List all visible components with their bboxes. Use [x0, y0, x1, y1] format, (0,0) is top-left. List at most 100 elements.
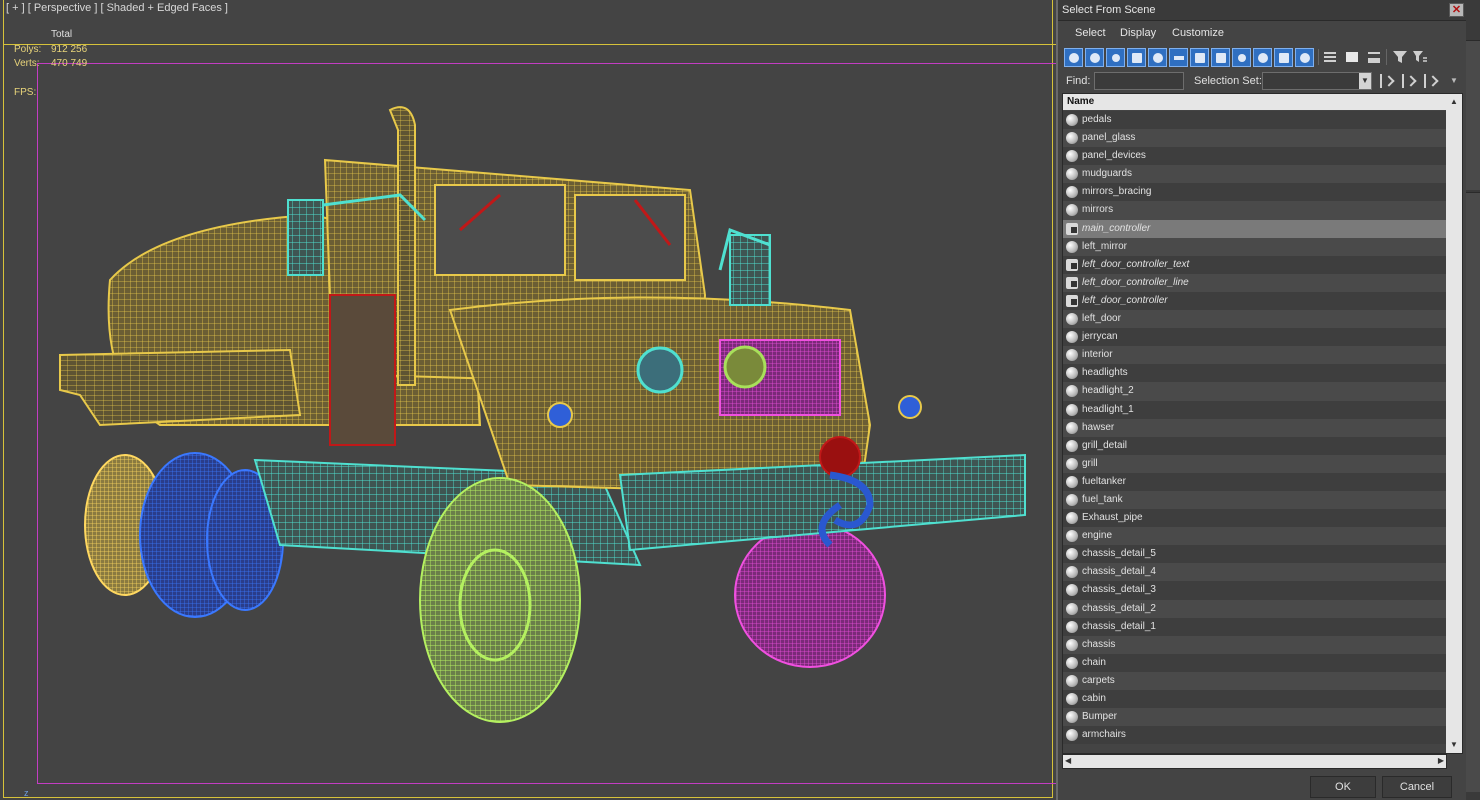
list-item[interactable]: left_door_controller_text: [1063, 255, 1448, 274]
list-item[interactable]: grill_detail: [1063, 436, 1448, 455]
selection-set-dropdown[interactable]: ▼: [1262, 72, 1372, 90]
list-item-label: left_door: [1082, 313, 1121, 325]
list-item[interactable]: engine: [1063, 527, 1448, 546]
list-item-label: panel_devices: [1082, 150, 1146, 162]
list-item[interactable]: fueltanker: [1063, 472, 1448, 491]
list-item-label: chain: [1082, 656, 1106, 668]
list-item[interactable]: cabin: [1063, 690, 1448, 709]
list-item[interactable]: chassis_detail_4: [1063, 563, 1448, 582]
geometry-icon: [1066, 602, 1078, 615]
list-item[interactable]: chassis_detail_2: [1063, 599, 1448, 618]
list-item[interactable]: main_controller: [1063, 219, 1448, 238]
display-none-icon[interactable]: [1344, 49, 1360, 65]
menu-display[interactable]: Display: [1120, 27, 1156, 39]
list-item[interactable]: left_mirror: [1063, 237, 1448, 256]
display-spacewarps-icon[interactable]: [1232, 48, 1251, 67]
left-mirror[interactable]: [287, 199, 324, 276]
scroll-left-icon[interactable]: ◀: [1065, 756, 1071, 765]
list-item[interactable]: Exhaust_pipe: [1063, 509, 1448, 528]
scrollbar-thumb[interactable]: [1448, 112, 1460, 402]
list-item[interactable]: fuel_tank: [1063, 490, 1448, 510]
menu-select[interactable]: Select: [1075, 27, 1106, 39]
list-item[interactable]: chain: [1063, 653, 1448, 672]
geometry-icon: [1066, 656, 1078, 669]
chevron-down-icon[interactable]: ▼: [1359, 73, 1371, 89]
display-lights-icon[interactable]: [1169, 48, 1188, 67]
expand-icon[interactable]: ▼: [1450, 76, 1458, 85]
headlight-right[interactable]: [723, 345, 767, 389]
front-right-wheel[interactable]: [734, 522, 886, 668]
dialog-titlebar[interactable]: Select From Scene ✕: [1058, 0, 1468, 21]
find-input[interactable]: [1094, 72, 1184, 90]
list-item[interactable]: headlights: [1063, 364, 1448, 383]
list-item[interactable]: left_door: [1063, 310, 1448, 329]
create-selection-set-icon[interactable]: [1380, 74, 1392, 88]
display-invert-icon[interactable]: [1366, 49, 1382, 65]
list-item[interactable]: Bumper: [1063, 708, 1448, 727]
scroll-up-icon[interactable]: ▲: [1446, 94, 1462, 110]
truck-wireframe-model[interactable]: [40, 95, 1030, 735]
command-panel-rollout[interactable]: [1466, 192, 1480, 792]
right-mirror[interactable]: [729, 234, 771, 306]
display-bones-icon[interactable]: [1295, 48, 1314, 67]
filter-options-icon[interactable]: [1412, 49, 1428, 65]
list-item[interactable]: mirrors: [1063, 201, 1448, 220]
select-none-icon[interactable]: [1085, 48, 1104, 67]
display-cameras-icon[interactable]: [1190, 48, 1209, 67]
add-to-selection-set-icon[interactable]: [1402, 74, 1414, 88]
list-item[interactable]: carpets: [1063, 671, 1448, 690]
cancel-button[interactable]: Cancel: [1382, 776, 1452, 798]
menu-customize[interactable]: Customize: [1172, 27, 1224, 39]
scroll-down-icon[interactable]: ▼: [1446, 737, 1462, 753]
ok-button[interactable]: OK: [1310, 776, 1376, 798]
list-item-label: left_door_controller_text: [1082, 258, 1190, 270]
rear-platform[interactable]: [59, 348, 302, 427]
select-all-icon[interactable]: [1064, 48, 1083, 67]
list-item[interactable]: mirrors_bracing: [1063, 183, 1448, 202]
list-item[interactable]: panel_devices: [1063, 147, 1448, 166]
close-button[interactable]: ✕: [1449, 3, 1464, 17]
headlight-left[interactable]: [636, 346, 684, 394]
list-item[interactable]: jerrycan: [1063, 328, 1448, 347]
geometry-icon: [1066, 204, 1078, 217]
list-item[interactable]: chassis_detail_1: [1063, 617, 1448, 636]
left-door-frame[interactable]: [329, 294, 396, 446]
geometry-icon: [1066, 638, 1078, 651]
list-item[interactable]: headlight_2: [1063, 382, 1448, 401]
display-groups-icon[interactable]: [1253, 48, 1272, 67]
display-helpers-icon[interactable]: [1211, 48, 1230, 67]
command-panel-rollout[interactable]: [1466, 40, 1480, 190]
scroll-right-icon[interactable]: ▶: [1438, 756, 1444, 765]
list-item[interactable]: left_door_controller: [1063, 291, 1448, 311]
display-shapes-icon[interactable]: [1148, 48, 1167, 67]
list-item[interactable]: chassis_detail_3: [1063, 581, 1448, 600]
display-geometry-icon[interactable]: [1127, 48, 1146, 67]
filter-icon[interactable]: [1392, 49, 1408, 65]
list-item[interactable]: left_door_controller_line: [1063, 273, 1448, 292]
list-item-label: grill: [1082, 457, 1098, 469]
list-item[interactable]: grill: [1063, 454, 1448, 473]
list-item[interactable]: pedals: [1063, 111, 1448, 130]
scene-object-list[interactable]: Name pedals panel_glass panel_devicesmudgu…: [1062, 93, 1463, 754]
remove-from-selection-set-icon[interactable]: [1424, 74, 1436, 88]
display-all-icon[interactable]: [1322, 49, 1338, 65]
stats-fps-label: FPS:: [14, 87, 37, 98]
select-invert-icon[interactable]: [1106, 48, 1125, 67]
list-item[interactable]: chassis: [1063, 635, 1448, 654]
list-item-label: fueltanker: [1082, 475, 1126, 487]
list-item[interactable]: chassis_detail_5: [1063, 545, 1448, 564]
list-item[interactable]: interior: [1063, 346, 1448, 365]
column-header-name[interactable]: Name: [1063, 94, 1448, 110]
list-item[interactable]: panel_glass: [1063, 129, 1448, 148]
viewport-label-menu[interactable]: [ + ] [ Perspective ] [ Shaded + Edged F…: [6, 2, 228, 14]
front-left-wheel[interactable]: [419, 477, 581, 723]
display-xrefs-icon[interactable]: [1274, 48, 1293, 67]
perspective-viewport[interactable]: [ + ] [ Perspective ] [ Shaded + Edged F…: [0, 0, 1056, 800]
vertical-scrollbar[interactable]: ▲ ▼: [1446, 94, 1462, 753]
list-item[interactable]: mudguards: [1063, 165, 1448, 184]
list-item[interactable]: armchairs: [1063, 726, 1448, 745]
geometry-icon: [1066, 584, 1078, 597]
list-item[interactable]: headlight_1: [1063, 400, 1448, 419]
horizontal-scrollbar[interactable]: ◀ ▶: [1062, 754, 1447, 769]
list-item[interactable]: hawser: [1063, 418, 1448, 437]
